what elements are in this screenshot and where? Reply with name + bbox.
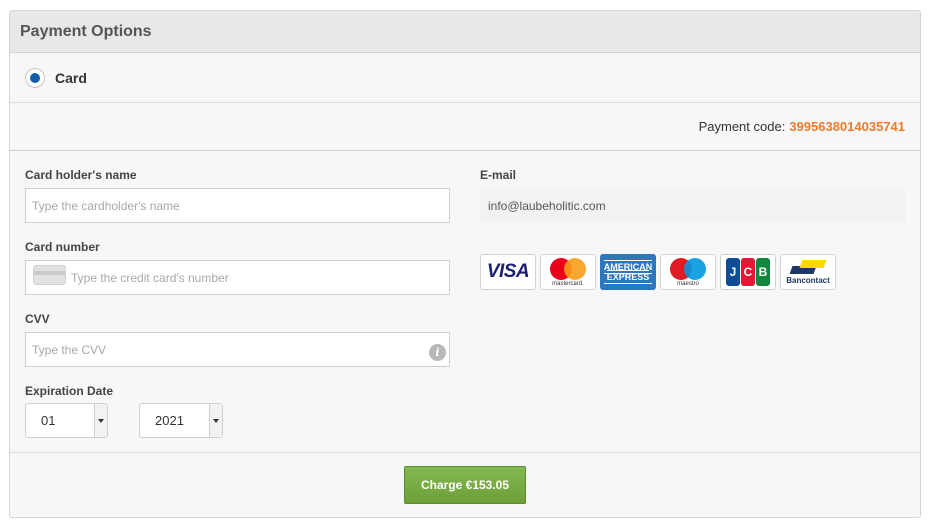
visa-logo: VISA — [480, 254, 536, 290]
bancontact-logo-text: Bancontact — [786, 275, 830, 285]
payment-code-value: 3995638014035741 — [789, 119, 905, 134]
charge-button[interactable]: Charge €153.05 — [404, 466, 526, 504]
mastercard-logo-text: mastercard. — [552, 280, 584, 287]
cardholder-name-input[interactable] — [25, 188, 450, 223]
radio-selected-dot — [30, 72, 40, 83]
amex-logo: AMERICAN EXPRESS — [600, 254, 656, 290]
cvv-info-icon[interactable]: i — [429, 344, 446, 361]
payment-code-row: Payment code: 3995638014035741 — [10, 103, 920, 151]
payment-method-card[interactable]: Card — [10, 53, 920, 103]
jcb-logo-b: B — [756, 258, 770, 286]
panel-footer: Charge €153.05 — [10, 453, 920, 517]
card-method-label: Card — [55, 69, 87, 86]
jcb-logo-c: C — [741, 258, 755, 286]
jcb-logo-j: J — [726, 258, 740, 286]
credit-card-icon — [33, 265, 66, 285]
expiration-year-value: 2021 — [155, 413, 184, 428]
payment-options-panel: Payment Options Card Payment code: 39956… — [9, 10, 921, 518]
cvv-label: CVV — [25, 312, 50, 326]
amex-logo-text-2: EXPRESS — [606, 270, 650, 284]
card-radio-button[interactable] — [25, 67, 45, 88]
panel-title: Payment Options — [10, 11, 920, 53]
expiration-year-select[interactable]: 2021 — [139, 403, 223, 438]
jcb-logo: J C B — [720, 254, 776, 290]
visa-logo-text: VISA — [486, 261, 530, 282]
card-number-label: Card number — [25, 240, 100, 254]
chevron-down-icon[interactable] — [94, 404, 107, 437]
bancontact-logo: Bancontact — [780, 254, 836, 290]
mastercard-logo: mastercard. — [540, 254, 596, 290]
expiration-month-value: 01 — [41, 413, 56, 428]
expiration-date-label: Expiration Date — [25, 384, 114, 398]
chevron-down-icon[interactable] — [209, 404, 222, 437]
maestro-logo: maestro — [660, 254, 716, 290]
email-label: E-mail — [480, 168, 517, 182]
expiration-month-select[interactable]: 01 — [25, 403, 108, 438]
card-number-input[interactable] — [25, 260, 450, 295]
card-form: Card holder's name Card number CVV i Exp… — [10, 151, 920, 453]
cardholder-name-label: Card holder's name — [25, 168, 137, 182]
maestro-logo-text: maestro — [677, 280, 699, 287]
cvv-input[interactable] — [25, 332, 450, 367]
email-value: info@laubeholitic.com — [480, 188, 905, 223]
payment-code-label: Payment code: — [698, 119, 786, 134]
accepted-cards: VISA mastercard. AMERICAN EXPRESS maestr… — [480, 254, 836, 290]
